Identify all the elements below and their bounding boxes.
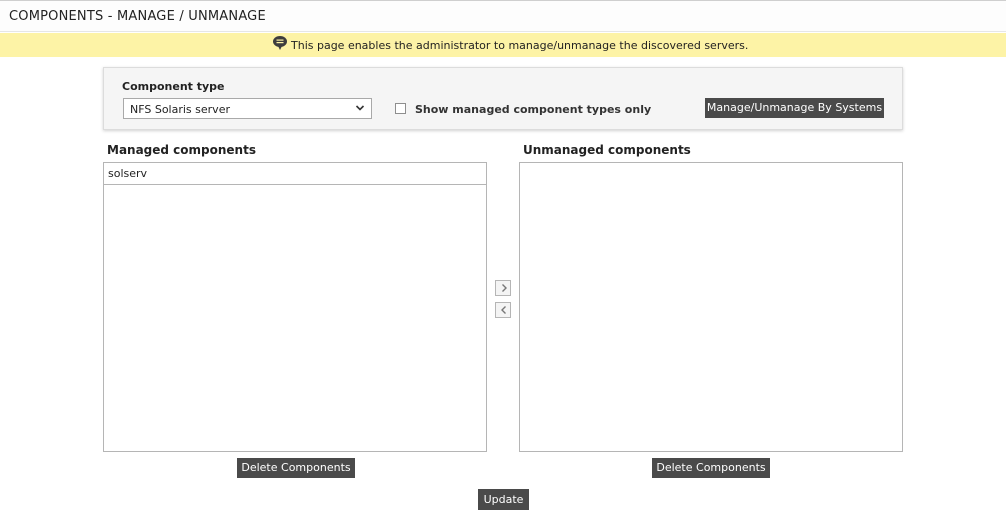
move-right-button[interactable] bbox=[495, 280, 511, 296]
managed-components-title: Managed components bbox=[107, 143, 256, 157]
delete-managed-components-button[interactable]: Delete Components bbox=[237, 458, 355, 478]
page-header: COMPONENTS - MANAGE / UNMANAGE bbox=[0, 0, 1006, 32]
component-type-label: Component type bbox=[122, 80, 225, 93]
chevron-down-icon bbox=[355, 105, 365, 111]
component-type-select[interactable]: NFS Solaris server bbox=[123, 98, 372, 119]
show-managed-checkbox[interactable] bbox=[395, 103, 406, 114]
info-message: This page enables the administrator to m… bbox=[291, 39, 749, 52]
managed-components-list[interactable]: solserv bbox=[103, 162, 487, 452]
list-item[interactable]: solserv bbox=[104, 163, 486, 185]
component-type-panel: Component type NFS Solaris server Show m… bbox=[103, 67, 903, 130]
update-button[interactable]: Update bbox=[478, 489, 529, 510]
info-banner: This page enables the administrator to m… bbox=[0, 33, 1006, 57]
speech-bubble-icon bbox=[272, 35, 288, 51]
component-type-value: NFS Solaris server bbox=[130, 103, 230, 116]
show-managed-label[interactable]: Show managed component types only bbox=[415, 103, 651, 116]
page-title: COMPONENTS - MANAGE / UNMANAGE bbox=[9, 9, 266, 24]
unmanaged-components-title: Unmanaged components bbox=[523, 143, 691, 157]
move-left-button[interactable] bbox=[495, 302, 511, 318]
chevron-right-icon bbox=[502, 284, 507, 292]
delete-unmanaged-components-button[interactable]: Delete Components bbox=[652, 458, 770, 478]
manage-by-systems-button[interactable]: Manage/Unmanage By Systems bbox=[705, 98, 884, 118]
unmanaged-components-list[interactable] bbox=[519, 162, 903, 452]
chevron-left-icon bbox=[501, 306, 506, 314]
